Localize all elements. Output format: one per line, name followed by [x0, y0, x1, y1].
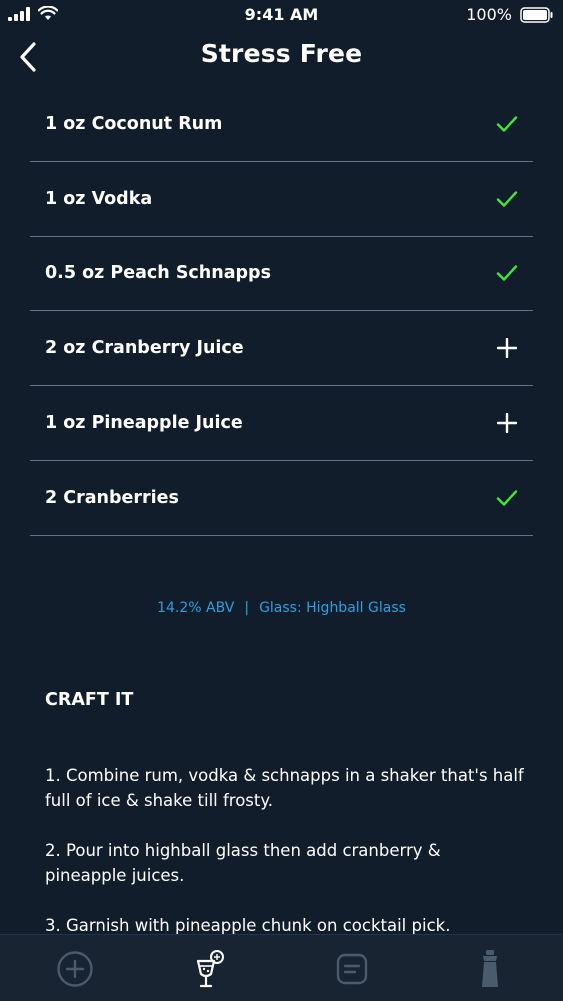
- checkmark-icon: [496, 190, 518, 207]
- glass-link[interactable]: Glass: Highball Glass: [259, 600, 406, 616]
- ingredient-add-button[interactable]: [487, 328, 527, 368]
- ingredient-row: 1 oz Vodka: [30, 162, 533, 237]
- ingredient-add-button[interactable]: [487, 403, 527, 443]
- page-title: Stress Free: [200, 39, 363, 68]
- ingredient-list: 1 oz Coconut Rum 1 oz Vodka 0.5 oz Peach…: [30, 87, 533, 536]
- tab-notes[interactable]: [330, 949, 374, 989]
- craft-step: 1. Combine rum, vodka & schnapps in a sh…: [45, 766, 524, 810]
- ingredient-label: 2 Cranberries: [45, 487, 179, 508]
- ingredient-row: 1 oz Coconut Rum: [30, 87, 533, 162]
- ingredient-row: 1 oz Pineapple Juice: [30, 386, 533, 461]
- status-right: 100%: [466, 5, 554, 24]
- craft-step: 2. Pour into highball glass then add cra…: [45, 841, 441, 885]
- ingredient-label: 1 oz Pineapple Juice: [45, 413, 243, 434]
- ingredient-toggle-button[interactable]: [487, 253, 527, 293]
- abv-value: 14.2% ABV: [157, 600, 235, 616]
- add-circle-icon: [57, 951, 93, 987]
- ingredient-toggle-button[interactable]: [487, 179, 527, 219]
- ingredient-label: 2 oz Cranberry Juice: [45, 338, 244, 359]
- ingredient-toggle-button[interactable]: [487, 478, 527, 518]
- ingredient-toggle-button[interactable]: [487, 104, 527, 144]
- notes-icon: [336, 953, 368, 985]
- tab-bar: [0, 934, 563, 1001]
- info-separator: |: [244, 600, 250, 616]
- battery-icon: [520, 6, 553, 23]
- plus-icon: [497, 338, 517, 359]
- nav-bar: Stress Free: [0, 30, 563, 84]
- plus-icon: [497, 413, 517, 434]
- shaker-icon: [482, 950, 498, 987]
- checkmark-icon: [496, 116, 518, 132]
- status-bar: 9:41 AM 100%: [0, 0, 563, 30]
- craft-steps: 1. Combine rum, vodka & schnapps in a sh…: [45, 763, 525, 963]
- checkmark-icon: [496, 490, 518, 506]
- checkmark-icon: [496, 265, 518, 282]
- battery-percent: 100%: [466, 5, 512, 24]
- drink-info: 14.2% ABV | Glass: Highball Glass: [0, 600, 563, 616]
- ingredient-row: 2 oz Cranberry Juice: [30, 311, 533, 387]
- ingredient-label: 0.5 oz Peach Schnapps: [45, 263, 271, 284]
- ingredient-row: 0.5 oz Peach Schnapps: [30, 237, 533, 312]
- ingredient-label: 1 oz Coconut Rum: [45, 113, 223, 134]
- tab-add[interactable]: [53, 949, 97, 989]
- ingredient-label: 1 oz Vodka: [45, 188, 153, 209]
- tab-shaker[interactable]: [468, 949, 512, 989]
- cocktail-glass-icon: [196, 950, 224, 988]
- tab-cocktails[interactable]: [187, 949, 231, 989]
- craft-heading: CRAFT IT: [45, 690, 134, 710]
- ingredient-row: 2 Cranberries: [30, 461, 533, 536]
